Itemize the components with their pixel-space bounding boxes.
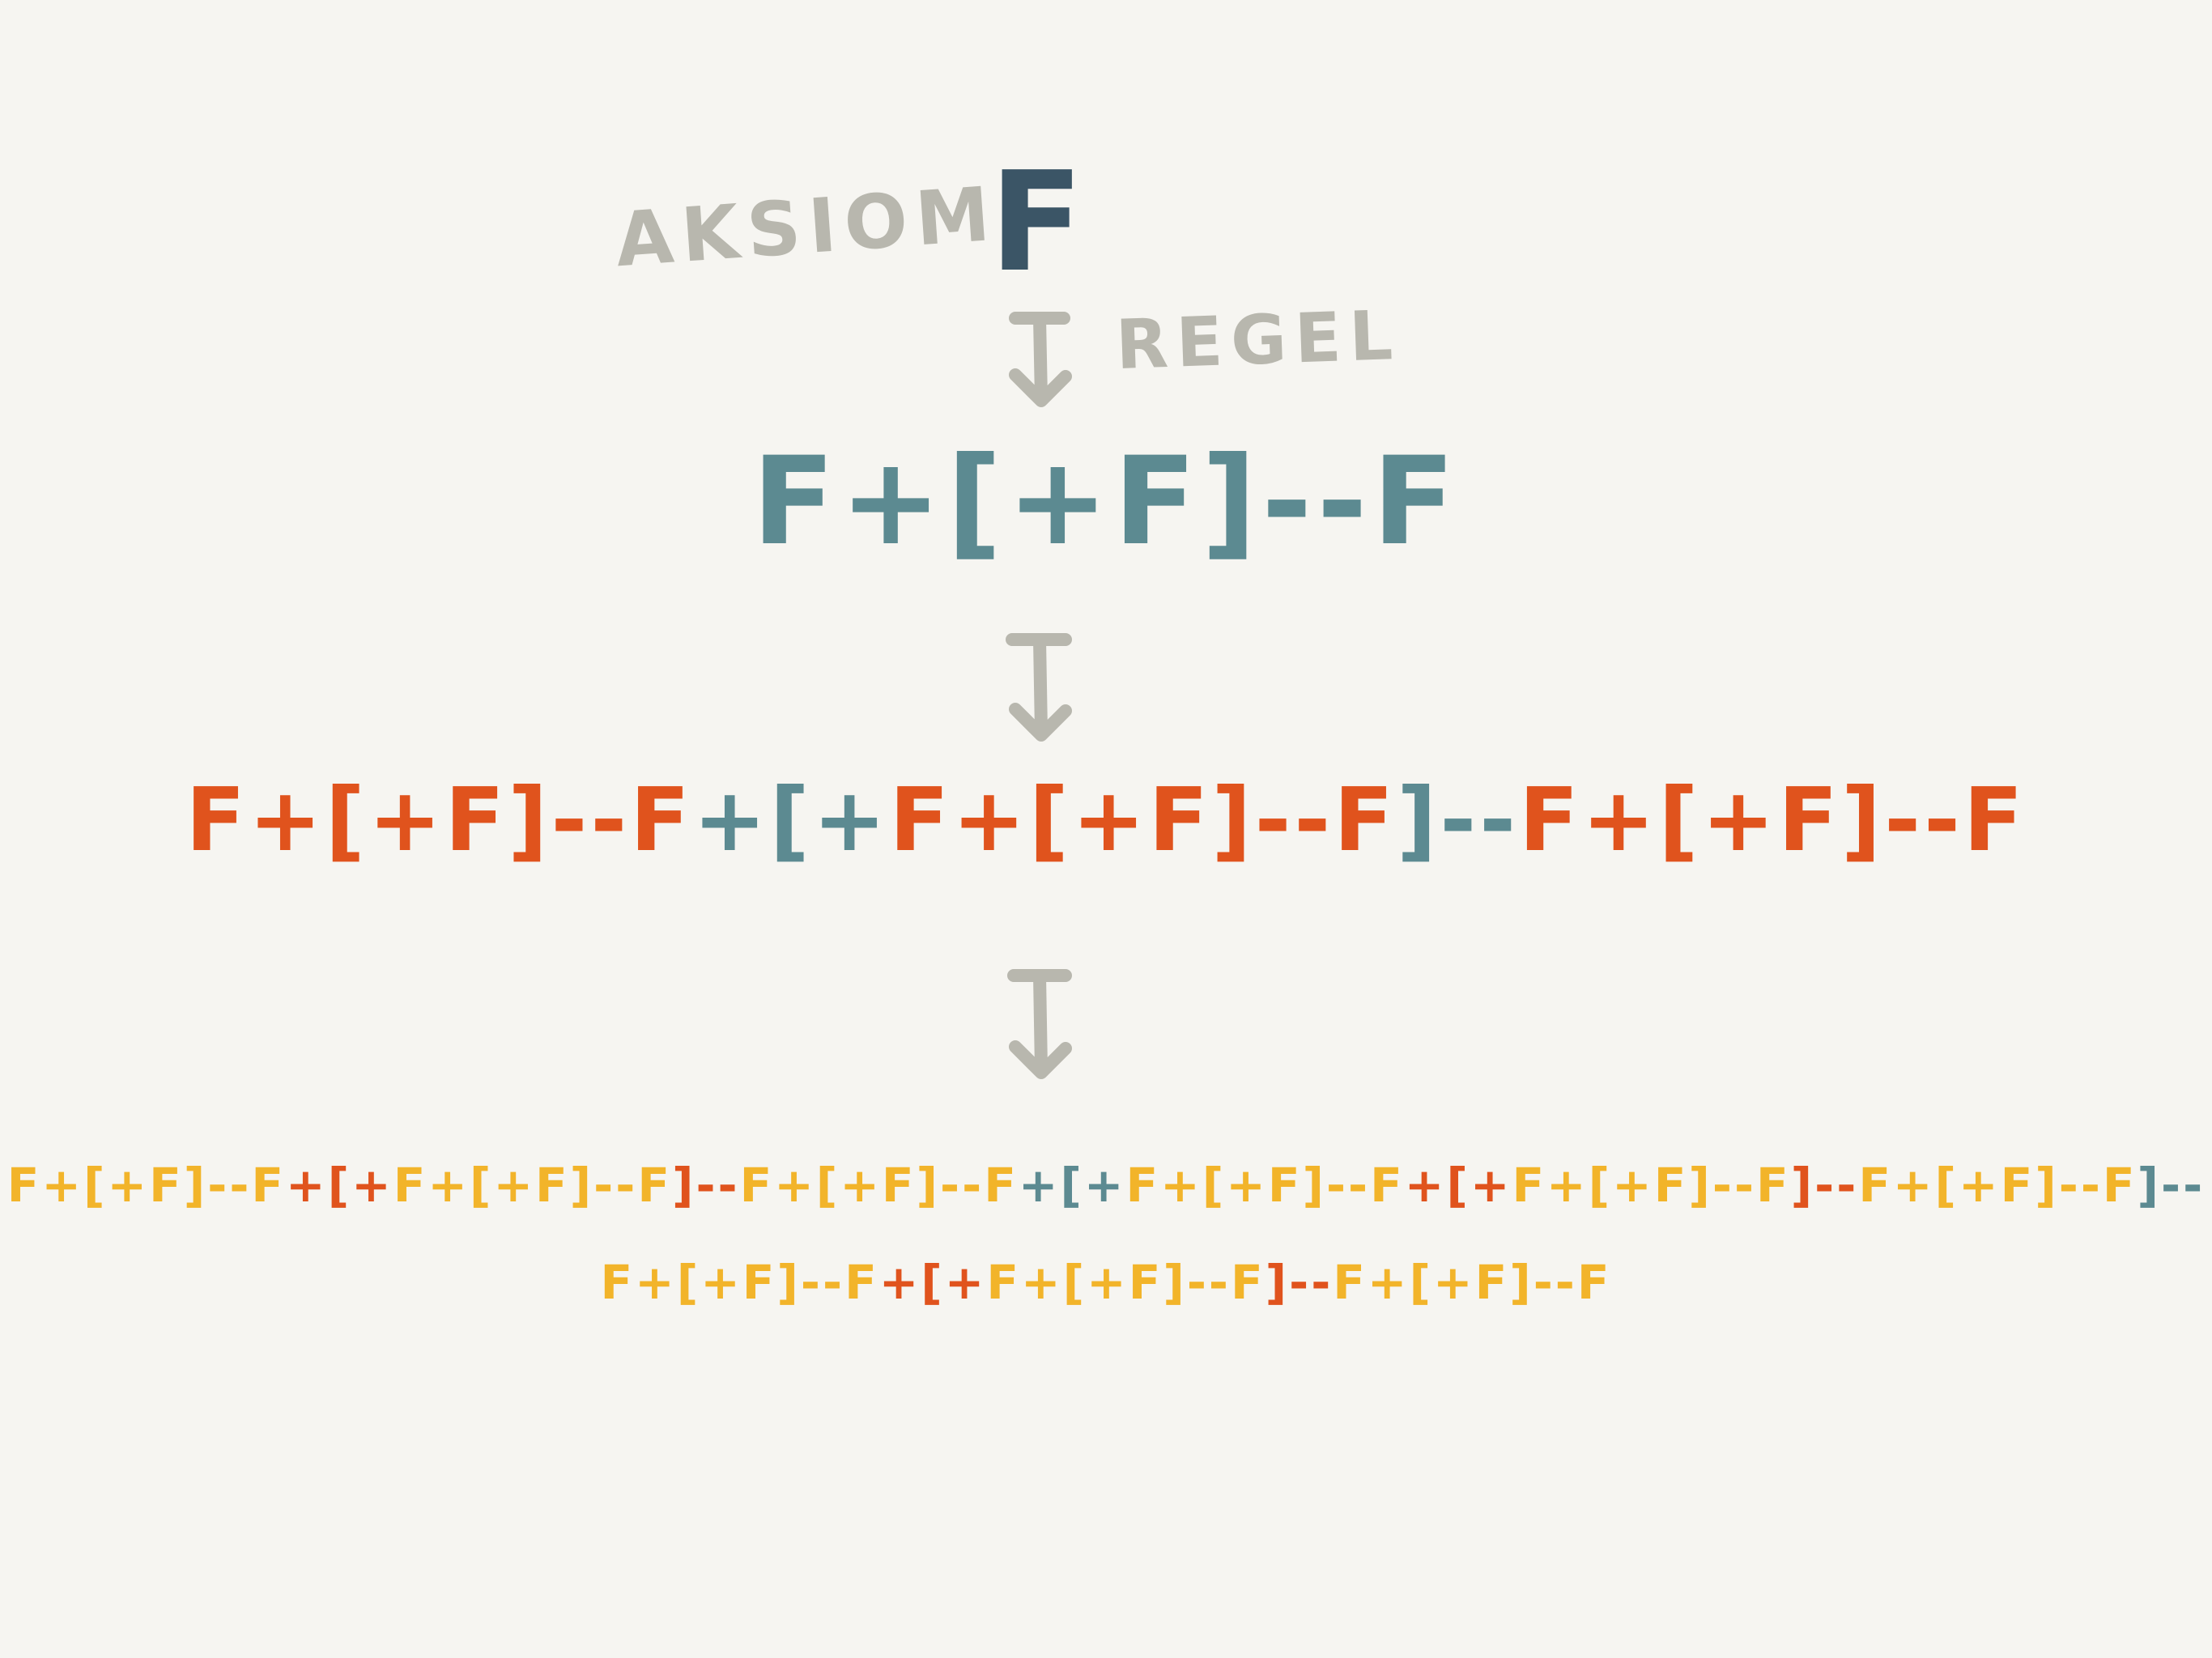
string-segment: F+[+F]--F — [1519, 770, 2027, 871]
string-segment: F+[+F]--F — [1125, 1158, 1405, 1213]
generation-2-string: F+[+F]--F+[+F+[+F]--F]--F+[+F]--F — [0, 777, 2212, 865]
string-segment: ]-- — [1265, 1255, 1334, 1310]
string-segment: ]-- — [1790, 1158, 1859, 1213]
generation-3-string-line-2: F+[+F]--F+[+F+[+F]--F]--F+[+F]--F — [0, 1259, 2212, 1306]
down-arrow-icon — [1006, 633, 1072, 742]
rule-label: REGEL — [1114, 295, 1402, 385]
generation-1-string: F+[+F]--F — [0, 441, 2212, 563]
string-segment: +[+ — [1018, 1158, 1126, 1213]
string-segment: F+[+F]--F — [185, 770, 693, 871]
down-arrow-icon — [1007, 969, 1072, 1079]
string-segment: ]-- — [671, 1158, 740, 1213]
axiom-label: AKSIOM — [612, 170, 1001, 284]
l-system-diagram: AKSIOM F REGEL F+[+F]--F F+[+F]--F+[+F+[… — [0, 0, 2212, 1658]
generation-3-string-line-1: F+[+F]--F+[+F+[+F]--F]--F+[+F]--F+[+F+[+… — [0, 1162, 2212, 1209]
string-segment: F+[+F]--F — [1858, 1158, 2138, 1213]
string-segment: +[+ — [1404, 1158, 1512, 1213]
string-segment: F+[+F]--F — [986, 1255, 1266, 1310]
string-segment: F+[+F]--F — [751, 432, 1461, 572]
string-segment: F+[+F]--F — [889, 770, 1397, 871]
string-segment: F+[+F]--F — [6, 1158, 287, 1213]
string-segment: +[+ — [286, 1158, 393, 1213]
axiom-value: F — [989, 142, 1084, 303]
string-segment: F+[+F]--F — [1512, 1158, 1791, 1213]
string-segment: +[+ — [878, 1255, 987, 1310]
down-arrow-icon — [1009, 312, 1072, 407]
string-segment: F+[+F]--F — [600, 1255, 879, 1310]
string-segment: F+[+F]--F — [1333, 1255, 1612, 1310]
string-segment: ]-- — [2137, 1158, 2206, 1213]
string-segment: F+[+F]--F — [739, 1158, 1019, 1213]
string-segment: +[ — [692, 770, 813, 871]
string-segment: + — [812, 770, 890, 871]
string-segment: F+[+F]--F — [393, 1158, 672, 1213]
string-segment: ]-- — [1397, 770, 1520, 871]
